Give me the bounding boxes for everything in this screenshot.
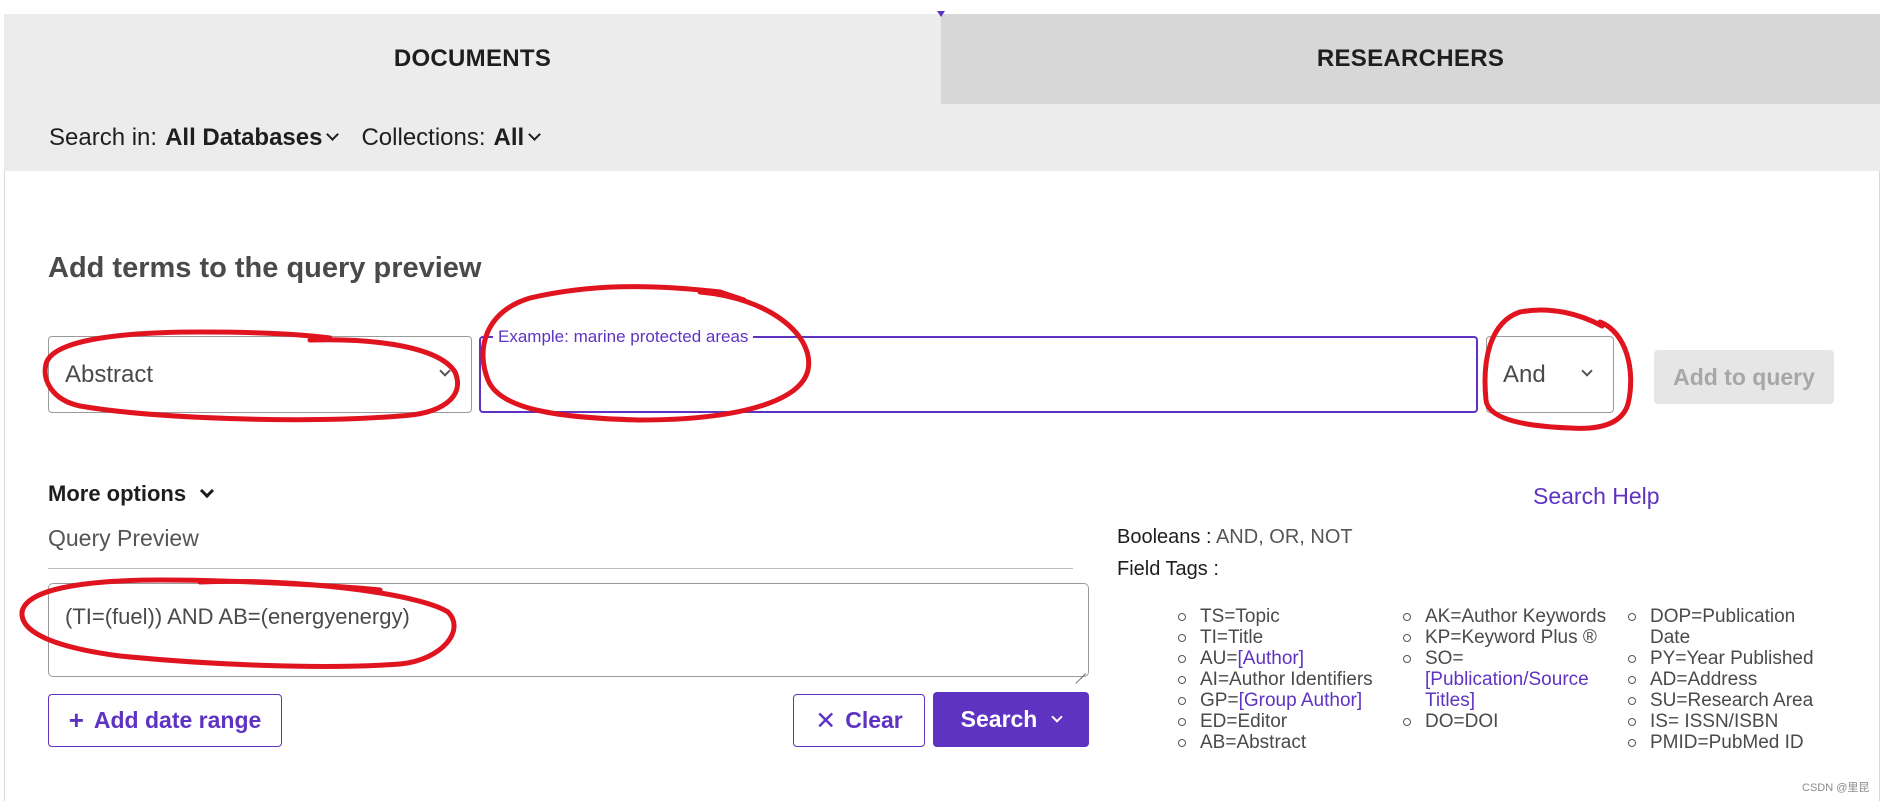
more-options-toggle[interactable]: More options bbox=[48, 481, 215, 507]
field-tags-label: Field Tags : bbox=[1117, 558, 1219, 580]
term-input-wrapper: Example: marine protected areas bbox=[479, 327, 1478, 413]
field-tag-item: ED=Editor bbox=[1178, 711, 1378, 732]
field-tag-item: AU=[Author] bbox=[1178, 648, 1378, 669]
boolean-select-value: And bbox=[1503, 360, 1546, 388]
search-help-link[interactable]: Search Help bbox=[1533, 483, 1660, 510]
tab-documents-label: DOCUMENTS bbox=[393, 45, 552, 72]
add-date-range-button[interactable]: + Add date range bbox=[48, 694, 282, 747]
clear-button[interactable]: ✕ Clear bbox=[793, 694, 925, 747]
booleans-help: Booleans : AND, OR, NOT bbox=[1117, 526, 1353, 549]
tab-researchers[interactable]: RESEARCHERS bbox=[941, 14, 1880, 104]
field-tag-item: PY=Year Published bbox=[1628, 648, 1838, 669]
chevron-down-icon bbox=[1581, 365, 1593, 377]
field-tag-item: IS= ISSN/ISBN bbox=[1628, 711, 1838, 732]
field-tag-item: DOP=Publication Date bbox=[1628, 606, 1838, 648]
field-tag-item: GP=[Group Author] bbox=[1178, 690, 1378, 711]
field-tag-item: AK=Author Keywords bbox=[1403, 606, 1613, 627]
term-input[interactable] bbox=[481, 338, 1476, 411]
watermark: CSDN @里昆 bbox=[1802, 782, 1870, 794]
divider bbox=[48, 568, 1073, 569]
field-select[interactable]: Abstract bbox=[48, 336, 472, 413]
chevron-down-icon bbox=[528, 128, 542, 141]
section-title: Add terms to the query preview bbox=[48, 252, 482, 284]
field-tag-item: DO=DOI bbox=[1403, 711, 1613, 732]
chevron-down-icon bbox=[1051, 710, 1064, 723]
more-options-label: More options bbox=[48, 481, 187, 506]
close-icon: ✕ bbox=[815, 706, 837, 735]
tab-caret-marker bbox=[937, 11, 945, 19]
collections-value: All bbox=[493, 123, 525, 151]
collections-label: Collections: bbox=[361, 123, 486, 151]
field-tag-item: PMID=PubMed ID bbox=[1628, 732, 1838, 753]
add-date-range-label: Add date range bbox=[93, 707, 262, 733]
clear-label: Clear bbox=[845, 707, 903, 733]
field-tag-item: SO= [Publication/Source Titles] bbox=[1403, 648, 1613, 711]
field-tags-column: TS=Topic TI=Title AU=[Author] AI=Author … bbox=[1178, 606, 1378, 753]
plus-icon: + bbox=[68, 705, 84, 735]
search-in-label: Search in: bbox=[49, 123, 158, 151]
chevron-down-icon bbox=[200, 483, 215, 499]
query-preview-label: Query Preview bbox=[48, 525, 199, 551]
scope-bar: Search in: All Databases Collections: Al… bbox=[4, 104, 1880, 171]
search-in-dropdown[interactable]: Search in: All Databases bbox=[49, 123, 340, 152]
field-tag-item: AB=Abstract bbox=[1178, 732, 1378, 753]
collections-dropdown[interactable]: Collections: All bbox=[361, 123, 542, 152]
field-select-value: Abstract bbox=[65, 360, 154, 388]
booleans-label: Booleans : bbox=[1117, 526, 1212, 548]
author-link[interactable]: [Author] bbox=[1238, 648, 1305, 669]
tab-researchers-label: RESEARCHERS bbox=[1316, 45, 1505, 72]
field-tag-item: SU=Research Area bbox=[1628, 690, 1838, 711]
field-tag-item: TS=Topic bbox=[1178, 606, 1378, 627]
search-label: Search bbox=[960, 706, 1038, 732]
publication-titles-link[interactable]: [Publication/Source Titles] bbox=[1425, 669, 1589, 711]
field-tag-item: AD=Address bbox=[1628, 669, 1838, 690]
search-button[interactable]: Search bbox=[933, 692, 1089, 747]
query-preview-textarea[interactable]: (TI=(fuel)) AND AB=(energyenergy) bbox=[48, 583, 1089, 677]
field-tags-column: AK=Author Keywords KP=Keyword Plus ® SO=… bbox=[1403, 606, 1613, 732]
search-in-value: All Databases bbox=[165, 123, 323, 151]
group-author-link[interactable]: [Group Author] bbox=[1239, 690, 1363, 711]
field-tags-column: DOP=Publication Date PY=Year Published A… bbox=[1628, 606, 1838, 753]
field-tag-item: TI=Title bbox=[1178, 627, 1378, 648]
tab-documents[interactable]: DOCUMENTS bbox=[4, 14, 941, 104]
chevron-down-icon bbox=[439, 365, 451, 377]
booleans-value: AND, OR, NOT bbox=[1215, 526, 1353, 548]
add-to-query-button[interactable]: Add to query bbox=[1654, 350, 1834, 404]
field-tag-item: KP=Keyword Plus ® bbox=[1403, 627, 1613, 648]
chevron-down-icon bbox=[326, 128, 340, 141]
query-preview-text: (TI=(fuel)) AND AB=(energyenergy) bbox=[65, 604, 410, 629]
resize-handle-icon[interactable] bbox=[1075, 663, 1086, 674]
boolean-select[interactable]: And bbox=[1486, 336, 1614, 413]
field-tag-item: AI=Author Identifiers bbox=[1178, 669, 1378, 690]
